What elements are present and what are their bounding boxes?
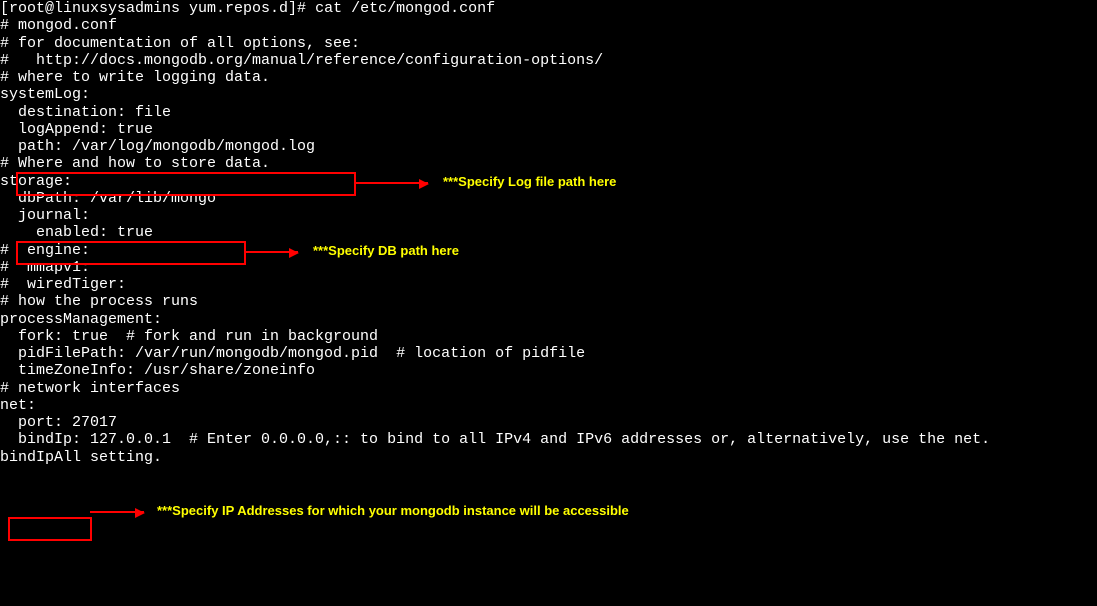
config-line: bindIp: 127.0.0.1 # Enter 0.0.0.0,:: to … — [0, 431, 1097, 448]
arrow-icon — [356, 182, 428, 184]
config-line: # mmapv1: — [0, 259, 1097, 276]
config-line: bindIpAll setting. — [0, 449, 1097, 466]
shell-prompt: [root@linuxsysadmins yum.repos.d]# — [0, 0, 315, 17]
config-line: fork: true # fork and run in background — [0, 328, 1097, 345]
config-line: destination: file — [0, 104, 1097, 121]
config-line: # http://docs.mongodb.org/manual/referen… — [0, 52, 1097, 69]
highlight-box-bindip — [8, 517, 92, 541]
config-line: processManagement: — [0, 311, 1097, 328]
annotation-db-path: ***Specify DB path here — [313, 244, 459, 259]
config-line: # how the process runs — [0, 293, 1097, 310]
annotation-bindip: ***Specify IP Addresses for which your m… — [157, 504, 629, 519]
config-line: systemLog: — [0, 86, 1097, 103]
config-line: # wiredTiger: — [0, 276, 1097, 293]
config-line: timeZoneInfo: /usr/share/zoneinfo — [0, 362, 1097, 379]
config-line: port: 27017 — [0, 414, 1097, 431]
config-line: pidFilePath: /var/run/mongodb/mongod.pid… — [0, 345, 1097, 362]
config-line: # for documentation of all options, see: — [0, 35, 1097, 52]
config-line: enabled: true — [0, 224, 1097, 241]
config-line: # network interfaces — [0, 380, 1097, 397]
config-line: # engine: — [0, 242, 1097, 259]
config-line: # where to write logging data. — [0, 69, 1097, 86]
arrow-icon — [90, 511, 144, 513]
prompt-line: [root@linuxsysadmins yum.repos.d]# cat /… — [0, 0, 1097, 17]
config-line: # mongod.conf — [0, 17, 1097, 34]
command-text: cat /etc/mongod.conf — [315, 0, 495, 17]
terminal-window[interactable]: [root@linuxsysadmins yum.repos.d]# cat /… — [0, 0, 1097, 466]
config-line: logAppend: true — [0, 121, 1097, 138]
annotation-log-path: ***Specify Log file path here — [443, 175, 616, 190]
config-line: journal: — [0, 207, 1097, 224]
arrow-icon — [246, 251, 298, 253]
config-line: dbPath: /var/lib/mongo — [0, 190, 1097, 207]
config-line: path: /var/log/mongodb/mongod.log — [0, 138, 1097, 155]
config-line: net: — [0, 397, 1097, 414]
config-line: # Where and how to store data. — [0, 155, 1097, 172]
